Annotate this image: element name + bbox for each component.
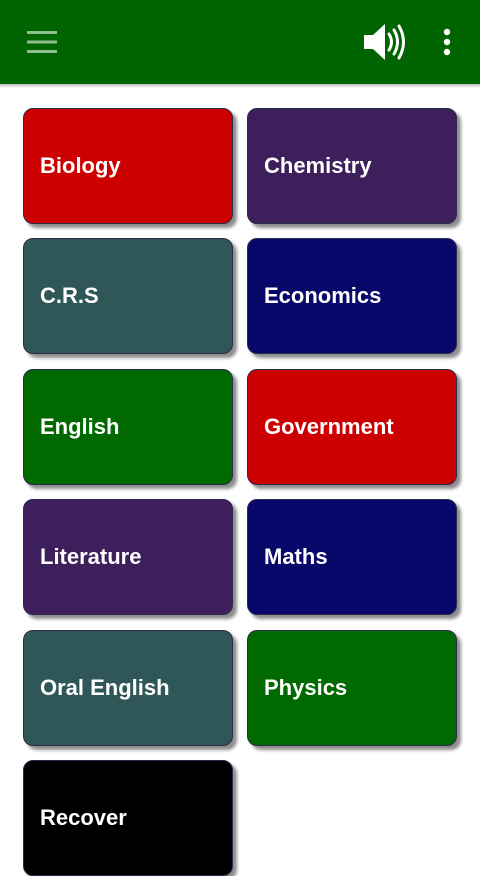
subject-grid: Biology Chemistry C.R.S Economics Englis…	[0, 0, 480, 876]
subject-tile-maths[interactable]: Maths	[247, 499, 457, 615]
subject-tile-english[interactable]: English	[23, 369, 233, 485]
subject-tile-oral-english[interactable]: Oral English	[23, 630, 233, 746]
subject-tile-physics[interactable]: Physics	[247, 630, 457, 746]
subject-tile-chemistry[interactable]: Chemistry	[247, 108, 457, 224]
subject-tile-crs[interactable]: C.R.S	[23, 238, 233, 354]
subject-tile-economics[interactable]: Economics	[247, 238, 457, 354]
subject-tile-government[interactable]: Government	[247, 369, 457, 485]
subject-tile-literature[interactable]: Literature	[23, 499, 233, 615]
subject-tile-biology[interactable]: Biology	[23, 108, 233, 224]
subject-tile-recover[interactable]: Recover	[23, 760, 233, 876]
